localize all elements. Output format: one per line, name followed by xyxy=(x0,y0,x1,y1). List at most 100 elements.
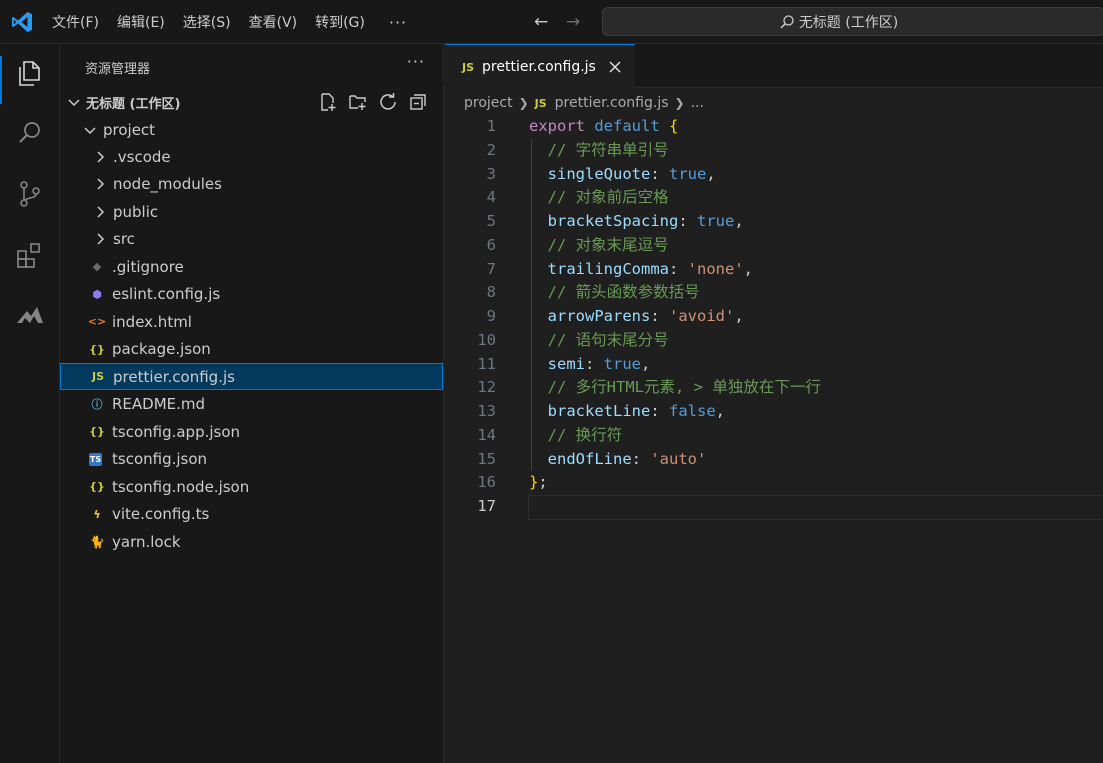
breadcrumb-symbol[interactable]: ... xyxy=(691,95,704,111)
workspace-header[interactable]: 无标题 (工作区) xyxy=(60,90,444,114)
file-tsconfig-app-json[interactable]: {} tsconfig.app.json xyxy=(60,418,444,445)
breadcrumb-file[interactable]: prettier.config.js xyxy=(555,95,669,111)
menu-view[interactable]: 查看(V) xyxy=(249,12,298,32)
code-line[interactable]: 2 // 字符串单引号 xyxy=(444,138,1103,162)
line-number: 17 xyxy=(477,497,496,515)
refresh-icon[interactable] xyxy=(378,92,398,112)
vscode-logo-icon[interactable] xyxy=(10,10,34,34)
file-package-json[interactable]: {} package.json xyxy=(60,336,444,363)
line-source: bracketLine: false, xyxy=(547,402,726,420)
chevron-right-icon[interactable] xyxy=(92,204,108,220)
line-source: // 对象末尾逗号 xyxy=(547,235,669,254)
activity-bar xyxy=(0,44,60,763)
tree-item-label: tsconfig.app.json xyxy=(112,422,241,441)
tree-item-label: eslint.config.js xyxy=(112,285,221,303)
tree-item-label: vite.config.ts xyxy=(112,505,210,523)
chevron-right-icon[interactable] xyxy=(92,149,108,165)
line-number: 2 xyxy=(486,140,496,159)
tree-item-label: .gitignore xyxy=(112,257,184,276)
file-tsconfig-node-json[interactable]: {} tsconfig.node.json xyxy=(60,473,444,500)
chevron-down-icon[interactable] xyxy=(66,94,82,110)
extensions-icon[interactable] xyxy=(15,240,45,270)
back-arrow-icon[interactable]: ← xyxy=(534,12,548,32)
code-line[interactable]: 16}; xyxy=(444,470,1103,494)
forward-arrow-icon[interactable]: → xyxy=(566,12,580,32)
menu-edit[interactable]: 编辑(E) xyxy=(117,12,165,32)
tab-prettier-config[interactable]: JS prettier.config.js xyxy=(445,44,635,89)
file-gitignore[interactable]: ◆ .gitignore xyxy=(60,253,444,280)
code-line[interactable]: 3 singleQuote: true, xyxy=(444,162,1103,186)
tree-item-label: public xyxy=(113,202,159,221)
code-line[interactable]: 8 // 箭头函数参数括号 xyxy=(444,280,1103,304)
line-number: 13 xyxy=(477,402,496,420)
code-line[interactable]: 14 // 换行符 xyxy=(444,423,1103,447)
chevron-right-icon[interactable] xyxy=(92,231,108,247)
workspace-actions xyxy=(308,92,428,112)
folder-public[interactable]: public xyxy=(60,198,444,225)
html-file-icon: <> xyxy=(87,315,107,328)
explorer-icon[interactable] xyxy=(15,58,45,88)
line-number: 15 xyxy=(477,449,496,468)
new-file-icon[interactable] xyxy=(318,92,338,112)
tab-bar: JS prettier.config.js xyxy=(444,44,1103,89)
line-number: 3 xyxy=(486,164,496,183)
tree-item-label: package.json xyxy=(112,340,211,358)
code-line[interactable]: 10 // 语句末尾分号 xyxy=(444,328,1103,352)
folder-vscode[interactable]: .vscode xyxy=(60,143,444,170)
file-tsconfig-json[interactable]: TS tsconfig.json xyxy=(60,446,444,473)
file-eslint-config-js[interactable]: ⬢ eslint.config.js xyxy=(60,281,444,308)
code-line[interactable]: 15 endOfLine: 'auto' xyxy=(444,447,1103,471)
remote-icon[interactable] xyxy=(15,299,45,329)
ts-file-icon: TS xyxy=(89,452,102,466)
file-vite-config-ts[interactable]: ϟ vite.config.ts xyxy=(60,501,444,528)
folder-node-modules[interactable]: node_modules xyxy=(60,171,444,198)
chevron-right-icon: ❯ xyxy=(518,96,529,110)
vite-file-icon: ϟ xyxy=(93,507,101,521)
js-file-icon: JS xyxy=(91,370,104,383)
folder-project[interactable]: project xyxy=(60,116,444,143)
file-index-html[interactable]: <> index.html xyxy=(60,308,444,335)
search-icon[interactable] xyxy=(15,118,45,148)
line-number: 5 xyxy=(486,212,496,230)
menu-file[interactable]: 文件(F) xyxy=(52,12,99,32)
tab-label: prettier.config.js xyxy=(482,59,596,75)
code-line[interactable]: 7 trailingComma: 'none', xyxy=(444,257,1103,281)
code-line[interactable]: 11 semi: true, xyxy=(444,352,1103,376)
new-folder-icon[interactable] xyxy=(348,92,368,112)
line-source: // 语句末尾分号 xyxy=(547,330,669,349)
source-control-icon[interactable] xyxy=(15,179,45,209)
code-line[interactable]: 5 bracketSpacing: true, xyxy=(444,209,1103,233)
file-prettier-config-js[interactable]: JS prettier.config.js xyxy=(60,363,443,390)
file-yarn-lock[interactable]: 🐈 yarn.lock xyxy=(60,528,444,555)
code-line[interactable]: 4 // 对象前后空格 xyxy=(444,185,1103,209)
js-file-icon: JS xyxy=(462,60,475,74)
collapse-all-icon[interactable] xyxy=(408,92,428,112)
chevron-down-icon[interactable] xyxy=(82,122,98,138)
close-icon[interactable] xyxy=(608,60,622,74)
code-line[interactable]: 1 export default { xyxy=(444,114,1103,138)
line-number: 10 xyxy=(477,330,496,349)
command-center[interactable]: 无标题 (工作区) xyxy=(602,7,1103,36)
tree-item-label: prettier.config.js xyxy=(113,367,235,386)
menu-more-icon[interactable]: ··· xyxy=(389,13,407,32)
tree-item-label: yarn.lock xyxy=(112,532,181,551)
code-line[interactable]: 9 arrowParens: 'avoid', xyxy=(444,304,1103,328)
file-readme-md[interactable]: ⓘ README.md xyxy=(60,391,444,418)
menu-selection[interactable]: 选择(S) xyxy=(183,12,231,32)
code-line[interactable]: 12 // 多行HTML元素, > 单独放在下一行 xyxy=(444,375,1103,399)
chevron-right-icon[interactable] xyxy=(92,176,108,192)
eslint-file-icon: ⬢ xyxy=(92,287,102,301)
search-icon xyxy=(780,14,794,29)
line-number: 6 xyxy=(486,235,496,254)
more-actions-icon[interactable]: ··· xyxy=(407,52,425,71)
menu-go[interactable]: 转到(G) xyxy=(315,12,365,32)
line-number: 1 xyxy=(486,117,496,135)
json-file-icon: {} xyxy=(89,425,105,438)
breadcrumb-folder[interactable]: project xyxy=(464,95,513,111)
command-center-label: 无标题 (工作区) xyxy=(798,14,899,31)
code-line[interactable]: 13 bracketLine: false, xyxy=(444,399,1103,423)
code-line[interactable]: 17 xyxy=(444,494,1103,518)
line-number: 9 xyxy=(486,307,496,325)
code-line[interactable]: 6 // 对象末尾逗号 xyxy=(444,233,1103,257)
folder-src[interactable]: src xyxy=(60,226,444,253)
